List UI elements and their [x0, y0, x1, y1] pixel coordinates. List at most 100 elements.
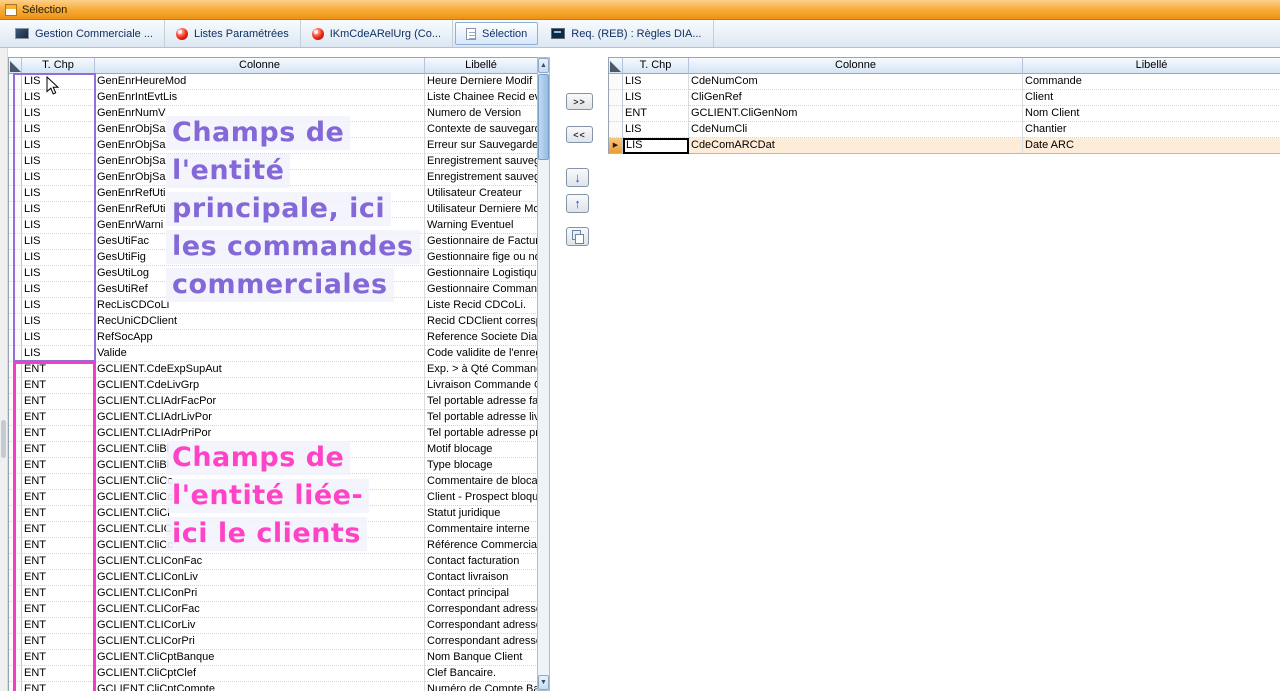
row-selector[interactable]	[9, 90, 22, 106]
tab-req-reb-regles-dia[interactable]: Req. (REB) : Règles DIA...	[540, 20, 713, 47]
table-row[interactable]: LISGenEnrObjSaEnregistrement sauvega	[9, 170, 537, 186]
table-row[interactable]: ENTGCLIENT.CLIConPriContact principal	[9, 586, 537, 602]
row-selector[interactable]	[9, 474, 22, 490]
row-selector[interactable]	[9, 538, 22, 554]
table-row[interactable]: ENTGCLIENT.CliCcRéférence Commercial	[9, 538, 537, 554]
row-selector[interactable]	[9, 442, 22, 458]
table-row[interactable]: ENTGCLIENT.CLICCommentaire interne	[9, 522, 537, 538]
row-selector[interactable]	[9, 394, 22, 410]
table-row[interactable]: LISGenEnrObjSaEnregistrement sauvega	[9, 154, 537, 170]
row-selector[interactable]	[9, 346, 22, 362]
table-row[interactable]: ENTGCLIENT.CliCptBanqueNom Banque Client	[9, 650, 537, 666]
tab-gestion-commerciale[interactable]: Gestion Commerciale ...	[4, 20, 165, 47]
table-row[interactable]: ENTGCLIENT.CliBlType blocage	[9, 458, 537, 474]
tab-listes-parametrees[interactable]: Listes Paramétrées	[165, 20, 301, 47]
row-selector[interactable]	[9, 378, 22, 394]
table-row[interactable]: LISCdeNumCliChantier	[609, 122, 1280, 138]
scroll-up-button[interactable]: ▲	[538, 58, 549, 73]
table-row[interactable]: ENTGCLIENT.CLICorFacCorrespondant adress…	[9, 602, 537, 618]
remove-all-button[interactable]: <<	[566, 126, 593, 143]
table-row[interactable]: LISGenEnrRefUtiUtilisateur Createur	[9, 186, 537, 202]
row-selector[interactable]	[9, 522, 22, 538]
row-selector[interactable]	[9, 122, 22, 138]
table-row[interactable]: LISGenEnrHeureModHeure Derniere Modif	[9, 74, 537, 90]
table-row[interactable]: LISGenEnrWarniWarning Eventuel	[9, 218, 537, 234]
table-row[interactable]: LISCdeNumComCommande	[609, 74, 1280, 90]
splitter-handle[interactable]	[1, 420, 6, 458]
table-row[interactable]: ENTGCLIENT.CdeLivGrpLivraison Commande G…	[9, 378, 537, 394]
row-selector[interactable]	[9, 298, 22, 314]
row-selector[interactable]	[9, 506, 22, 522]
row-selector[interactable]	[9, 634, 22, 650]
add-all-button[interactable]: >>	[566, 93, 593, 110]
table-row[interactable]: ENTGCLIENT.CliCcCommentaire de blocag	[9, 474, 537, 490]
row-selector[interactable]	[9, 138, 22, 154]
scroll-down-button[interactable]: ▼	[538, 675, 549, 690]
table-row[interactable]: ENTGCLIENT.CLIAdrFacPorTel portable adre…	[9, 394, 537, 410]
row-selector[interactable]	[609, 74, 623, 90]
move-up-button[interactable]: ↑	[566, 194, 589, 213]
left-table-scrollbar[interactable]: ▲ ▼	[537, 57, 550, 691]
row-selector[interactable]	[9, 666, 22, 682]
row-selector[interactable]	[609, 90, 623, 106]
window-titlebar[interactable]: Sélection	[0, 0, 1280, 20]
column-header-libelle[interactable]: Libellé	[425, 58, 537, 74]
table-row[interactable]: ENTGCLIENT.CliCptCompteNuméro de Compte …	[9, 682, 537, 691]
copy-button[interactable]	[566, 227, 589, 246]
row-selector[interactable]	[9, 234, 22, 250]
row-selector[interactable]	[9, 570, 22, 586]
table-row[interactable]: ENTGCLIENT.CliCptClefClef Bancaire.	[9, 666, 537, 682]
row-selector[interactable]	[9, 490, 22, 506]
table-row[interactable]: ENTGCLIENT.CLIAdrPriPorTel portable adre…	[9, 426, 537, 442]
table-row[interactable]: ENTGCLIENT.CLICorLivCorrespondant adress…	[9, 618, 537, 634]
row-selector[interactable]	[9, 218, 22, 234]
select-all-corner[interactable]	[609, 58, 623, 74]
table-row[interactable]: LISGenEnrIntEvtLisListe Chainee Recid ev…	[9, 90, 537, 106]
row-selector[interactable]	[9, 362, 22, 378]
row-selector[interactable]	[609, 122, 623, 138]
table-row[interactable]: ENTGCLIENT.CliClStatut juridique	[9, 506, 537, 522]
table-row[interactable]: LISCliGenRefClient	[609, 90, 1280, 106]
move-down-button[interactable]: ↓	[566, 168, 589, 187]
row-selector[interactable]	[9, 266, 22, 282]
table-row[interactable]: LISRecLisCDCoLiListe Recid CDCoLi.	[9, 298, 537, 314]
row-selector[interactable]	[9, 186, 22, 202]
row-selector[interactable]	[9, 618, 22, 634]
row-selector[interactable]: ▶	[609, 138, 623, 154]
column-header-libelle[interactable]: Libellé	[1023, 58, 1280, 74]
table-row[interactable]: ▶LISCdeComARCDatDate ARC	[609, 138, 1280, 154]
row-selector[interactable]	[9, 154, 22, 170]
table-row[interactable]: ENTGCLIENT.CLICorPriCorrespondant adress…	[9, 634, 537, 650]
row-selector[interactable]	[9, 250, 22, 266]
table-row[interactable]: LISGenEnrObjSaContexte de sauvegarde	[9, 122, 537, 138]
row-selector[interactable]	[609, 106, 623, 122]
table-row[interactable]: ENTGCLIENT.CdeExpSupAutExp. > à Qté Comm…	[9, 362, 537, 378]
table-row[interactable]: LISGenEnrRefUtiUtilisateur Derniere Mod	[9, 202, 537, 218]
select-all-corner[interactable]	[9, 58, 22, 74]
row-selector[interactable]	[9, 202, 22, 218]
table-row[interactable]: ENTGCLIENT.CliGenNomNom Client	[609, 106, 1280, 122]
scrollbar-thumb[interactable]	[538, 74, 549, 160]
tab-selection[interactable]: Sélection	[455, 22, 538, 45]
table-row[interactable]: LISGesUtiFigGestionnaire fige ou nor	[9, 250, 537, 266]
table-row[interactable]: ENTGCLIENT.CliBlMotif blocage	[9, 442, 537, 458]
row-selector[interactable]	[9, 170, 22, 186]
scrollbar-track[interactable]	[538, 73, 549, 675]
table-row[interactable]: LISRecUniCDClientRecid CDClient correspo	[9, 314, 537, 330]
column-header-colonne[interactable]: Colonne	[689, 58, 1023, 74]
table-row[interactable]: LISGenEnrNumVNumero de Version	[9, 106, 537, 122]
row-selector[interactable]	[9, 682, 22, 691]
column-header-t-chp[interactable]: T. Chp	[22, 58, 95, 74]
table-row[interactable]: ENTGCLIENT.CLIConFacContact facturation	[9, 554, 537, 570]
row-selector[interactable]	[9, 554, 22, 570]
row-selector[interactable]	[9, 314, 22, 330]
row-selector[interactable]	[9, 330, 22, 346]
row-selector[interactable]	[9, 106, 22, 122]
row-selector[interactable]	[9, 458, 22, 474]
table-row[interactable]: ENTGCLIENT.CLIConLivContact livraison	[9, 570, 537, 586]
tab-ikmcdearelurg-co[interactable]: IKmCdeARelUrg (Co...	[301, 20, 453, 47]
column-header-t-chp[interactable]: T. Chp	[623, 58, 689, 74]
table-row[interactable]: LISGenEnrObjSaErreur sur Sauvegarde c	[9, 138, 537, 154]
table-row[interactable]: LISGesUtiFacGestionnaire de Factura	[9, 234, 537, 250]
column-header-colonne[interactable]: Colonne	[95, 58, 425, 74]
